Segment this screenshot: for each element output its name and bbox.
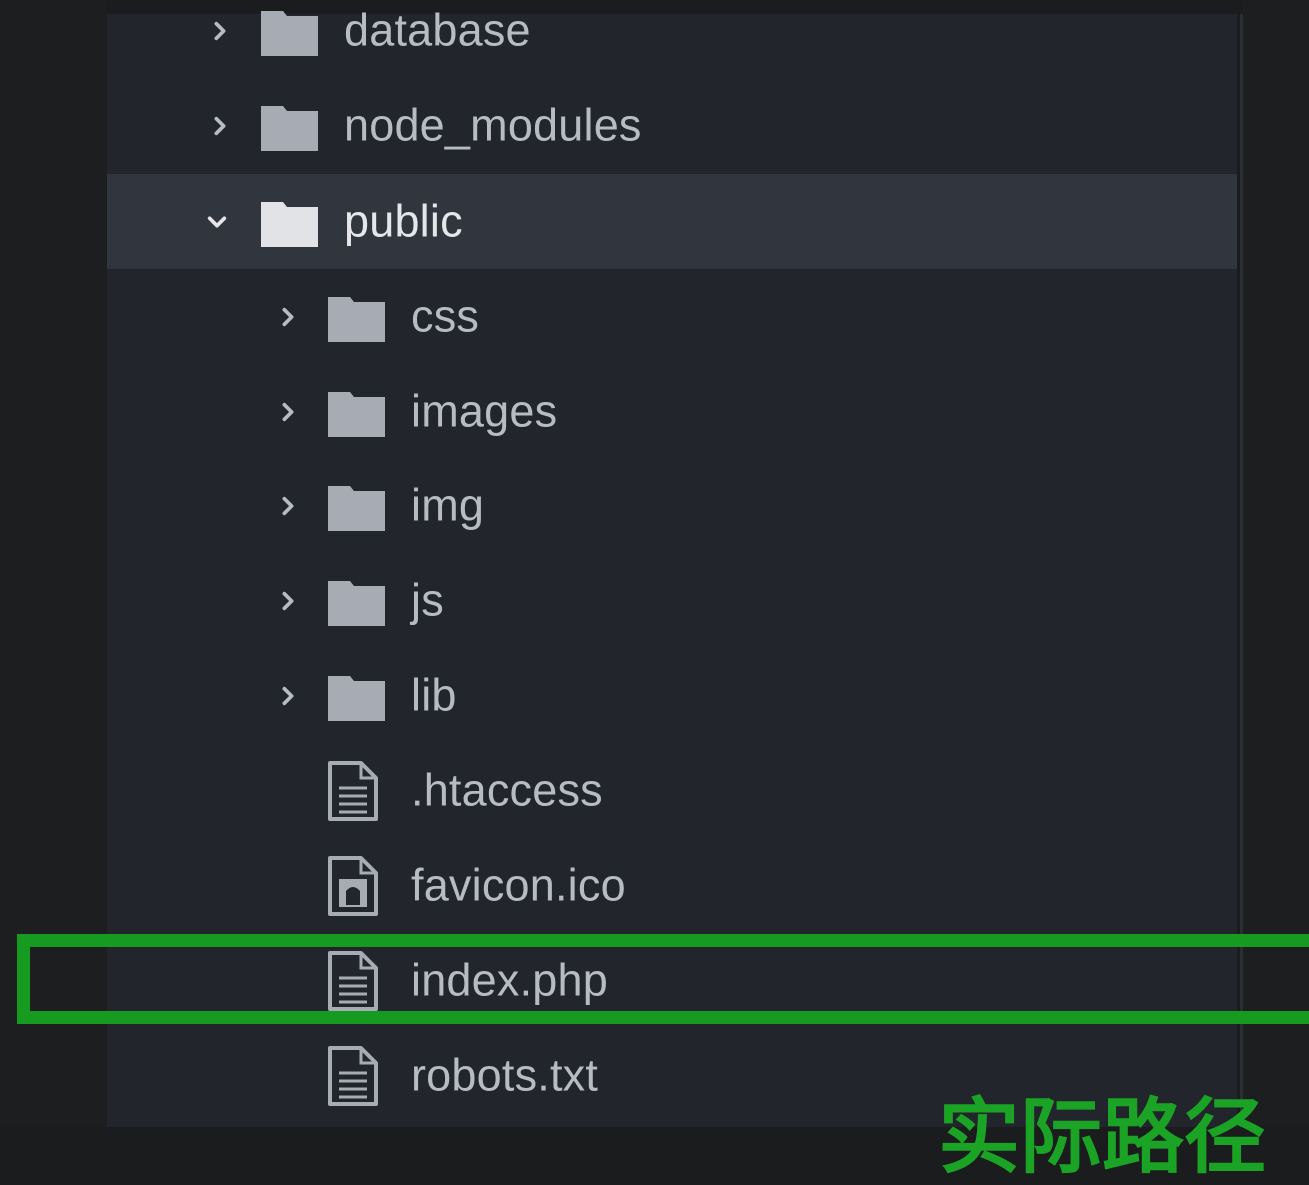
tree-item-label: favicon.ico — [411, 859, 626, 911]
folder-icon — [261, 103, 318, 151]
chevron-right-icon[interactable] — [207, 113, 233, 139]
tree-item-public[interactable]: public — [107, 174, 1237, 269]
chevron-right-icon[interactable] — [207, 18, 233, 44]
tree-item-label: public — [344, 195, 463, 247]
tree-item-label: .htaccess — [411, 764, 603, 816]
tree-item-node-modules[interactable]: node_modules — [107, 78, 1237, 173]
tree-item-images[interactable]: images — [107, 364, 1237, 459]
tree-item-label: js — [411, 574, 444, 626]
highlight-annotation-box — [17, 934, 1309, 1024]
tree-item-favicon[interactable]: favicon.ico — [107, 838, 1237, 933]
tree-item-label: img — [411, 479, 485, 531]
text-file-icon — [327, 1045, 379, 1107]
folder-icon — [328, 389, 385, 437]
tree-item-database[interactable]: database — [107, 0, 1237, 78]
tree-item-label: images — [411, 385, 558, 437]
text-file-icon — [327, 760, 379, 822]
annotation-text: 实际路径 — [938, 1090, 1267, 1185]
folder-icon — [328, 578, 385, 626]
tree-item-label: robots.txt — [411, 1049, 599, 1101]
tree-item-label: css — [411, 290, 480, 342]
tree-item-js[interactable]: js — [107, 553, 1237, 648]
chevron-down-icon[interactable] — [204, 209, 230, 235]
tree-item-css[interactable]: css — [107, 269, 1237, 364]
chevron-right-icon[interactable] — [275, 399, 301, 425]
chevron-right-icon[interactable] — [275, 588, 301, 614]
tree-item-lib[interactable]: lib — [107, 648, 1237, 743]
folder-open-icon — [261, 199, 318, 247]
folder-icon — [328, 294, 385, 342]
chevron-right-icon[interactable] — [275, 683, 301, 709]
image-file-icon — [327, 855, 379, 917]
folder-icon — [328, 483, 385, 531]
tree-item-img[interactable]: img — [107, 458, 1237, 553]
chevron-right-icon[interactable] — [275, 493, 301, 519]
folder-icon — [328, 673, 385, 721]
tree-item-label: database — [344, 4, 531, 56]
chevron-right-icon[interactable] — [275, 304, 301, 330]
folder-icon — [261, 8, 318, 56]
tree-item-label: node_modules — [344, 99, 642, 151]
tree-item-htaccess[interactable]: .htaccess — [107, 743, 1237, 838]
tree-item-label: lib — [411, 669, 457, 721]
